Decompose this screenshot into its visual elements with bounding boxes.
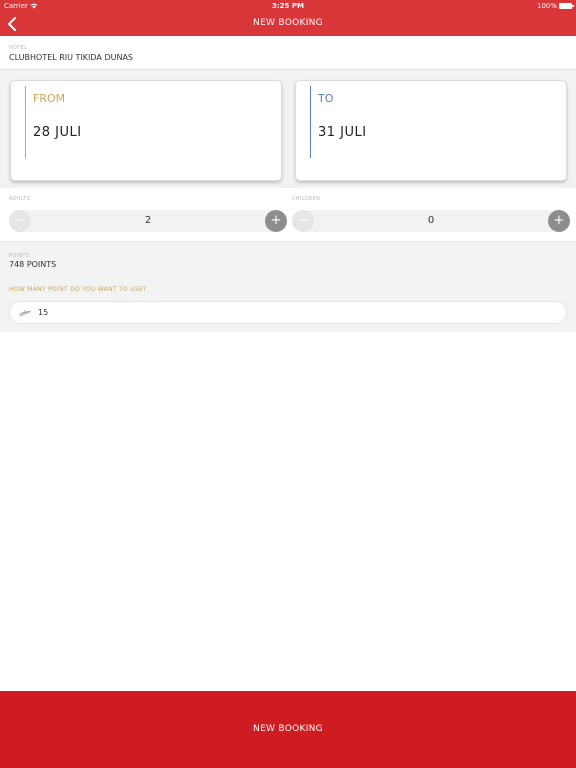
from-accent-bar <box>25 86 26 158</box>
from-date-value: 28 JULI <box>33 125 82 140</box>
hotel-name: CLUBHOTEL RIU TIKIDA DUNAS <box>9 53 133 62</box>
header-bar: Carrier 3:25 PM 100% NEW BOOKING <box>0 0 576 36</box>
to-accent-bar <box>310 86 311 158</box>
children-stepper: − 0 + <box>292 210 570 232</box>
adults-minus-button[interactable]: − <box>9 210 31 232</box>
from-date-card[interactable]: FROM 28 JULI <box>10 80 282 181</box>
nav-bar: NEW BOOKING <box>0 12 576 36</box>
plane-icon <box>19 310 31 317</box>
points-section: POINTS 748 POINTS HOW MANY POINT DO YOU … <box>0 242 576 332</box>
page-title: NEW BOOKING <box>253 18 323 28</box>
battery-icon <box>559 3 574 9</box>
to-label: TO <box>318 92 334 105</box>
children-block: CHILDREN − 0 + <box>292 188 570 242</box>
battery-indicator: 100% <box>536 2 574 10</box>
hotel-section: HOTEL CLUBHOTEL RIU TIKIDA DUNAS <box>0 36 576 70</box>
adults-plus-button[interactable]: + <box>265 210 287 232</box>
points-balance: 748 POINTS <box>9 260 57 269</box>
hotel-label: HOTEL <box>9 45 28 51</box>
new-booking-label: NEW BOOKING <box>253 724 323 734</box>
children-label: CHILDREN <box>292 196 321 202</box>
adults-block: ADULTS − 2 + <box>9 188 287 242</box>
dates-section: FROM 28 JULI TO 31 JULI <box>0 70 576 188</box>
children-count: 0 <box>427 215 435 226</box>
from-label: FROM <box>33 92 66 105</box>
points-input-value: 15 <box>38 308 49 317</box>
status-bar: Carrier 3:25 PM 100% <box>0 0 576 12</box>
points-label: POINTS <box>9 253 30 259</box>
points-input[interactable]: 15 <box>9 301 567 324</box>
adults-label: ADULTS <box>9 196 31 202</box>
children-minus-button[interactable]: − <box>292 210 314 232</box>
adults-stepper: − 2 + <box>9 210 287 232</box>
to-date-card[interactable]: TO 31 JULI <box>295 80 567 181</box>
children-plus-button[interactable]: + <box>548 210 570 232</box>
points-question: HOW MANY POINT DO YOU WANT TO USE? <box>9 286 147 293</box>
to-date-value: 31 JULI <box>318 125 367 140</box>
guests-section: ADULTS − 2 + CHILDREN − 0 + <box>0 188 576 242</box>
status-time: 3:25 PM <box>272 2 304 10</box>
battery-percent: 100% <box>536 2 557 10</box>
adults-count: 2 <box>144 215 152 226</box>
new-booking-button[interactable]: NEW BOOKING <box>0 691 576 768</box>
